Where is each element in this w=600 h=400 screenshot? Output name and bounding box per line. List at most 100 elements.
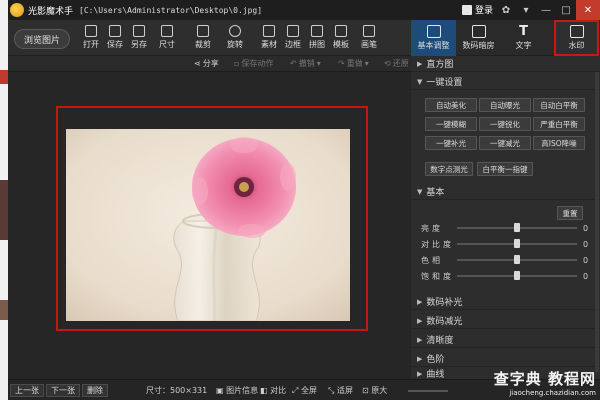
section-fill-light[interactable]: ▶ 数码补光 <box>411 294 600 310</box>
tool-material[interactable]: 素材 <box>256 25 282 53</box>
one-click-fill-light-button[interactable]: 一键补光 <box>425 136 477 150</box>
slider-value: 0 <box>583 255 589 265</box>
undo-button[interactable]: ↶ 撤销 ▾ <box>290 58 321 69</box>
browse-images-button[interactable]: 浏览图片 <box>14 29 70 49</box>
high-iso-denoise-button[interactable]: 高ISO降噪 <box>533 136 585 150</box>
section-levels[interactable]: ▶ 色阶 <box>411 351 600 367</box>
crop-icon <box>197 25 209 37</box>
compare-icon: ◧ <box>260 386 271 395</box>
one-click-reduce-light-button[interactable]: 一键减光 <box>479 136 531 150</box>
section-basic[interactable]: ▼ 基本 <box>411 184 600 200</box>
site-suffix-text: 教程网 <box>547 370 596 388</box>
slider-knob[interactable] <box>514 255 520 264</box>
expand-arrow-icon: ▶ <box>417 335 423 344</box>
tab-label: 文字 <box>515 41 532 50</box>
section-histogram[interactable]: ▶ 直方图 <box>411 56 600 72</box>
tool-paint[interactable]: 画笔 <box>356 25 382 53</box>
tool-size[interactable]: 尺寸 <box>154 25 180 53</box>
slider-track[interactable] <box>457 239 577 248</box>
minimize-icon[interactable]: — <box>536 0 556 20</box>
compare-button[interactable]: ◧ 对比 <box>260 385 286 396</box>
site-watermark: 查字典 教程网 jiaocheng.chazidian.com <box>494 368 596 397</box>
slider-knob[interactable] <box>514 223 520 232</box>
app-name: 光影魔术手 <box>28 6 74 17</box>
restore-button[interactable]: ⟲ 还原 <box>384 58 409 69</box>
tool-collage[interactable]: 拼图 <box>304 25 330 53</box>
tab-basic-adjust[interactable]: 基本调整 <box>411 20 456 56</box>
one-click-sharpen-button[interactable]: 一键锐化 <box>479 117 531 131</box>
save-action-label: 保存动作 <box>241 59 274 68</box>
slider-track[interactable] <box>457 255 577 264</box>
tool-rotate[interactable]: 旋转 <box>222 25 248 53</box>
tool-border[interactable]: 边框 <box>280 25 306 53</box>
auto-white-balance-button[interactable]: 自动白平衡 <box>533 98 585 112</box>
redo-button[interactable]: ↷ 重做 ▾ <box>338 58 369 69</box>
contrast-slider[interactable]: 对比度 0 <box>421 238 591 250</box>
spot-metering-button[interactable]: 数字点测光 <box>425 162 473 176</box>
photo-highlight-frame <box>56 106 368 331</box>
tool-crop[interactable]: 裁剪 <box>190 25 216 53</box>
restore-icon: ⟲ <box>384 59 391 68</box>
slider-label: 色相 <box>421 255 443 265</box>
delete-button[interactable]: 删除 <box>82 384 108 397</box>
one-click-blur-button[interactable]: 一键模糊 <box>425 117 477 131</box>
login-button[interactable]: 登录 <box>462 3 493 16</box>
skin-icon[interactable]: ✿ <box>496 0 516 20</box>
tab-watermark[interactable]: 水印 <box>554 20 599 56</box>
fit-screen-button[interactable]: ⤡ 适屏 <box>328 385 353 396</box>
tool-open[interactable]: 打开 <box>78 25 104 53</box>
tab-darkroom[interactable]: 数码暗房 <box>456 20 501 56</box>
section-label: 基本 <box>426 188 445 198</box>
slider-value: 0 <box>583 239 589 249</box>
section-reduce-light[interactable]: ▶ 数码减光 <box>411 313 600 329</box>
slider-knob[interactable] <box>514 271 520 280</box>
hue-slider[interactable]: 色相 0 <box>421 254 591 266</box>
saturation-slider[interactable]: 饱和度 0 <box>421 270 591 282</box>
zoom-slider[interactable] <box>408 390 448 392</box>
template-icon <box>335 25 347 37</box>
prev-image-button[interactable]: 上一张 <box>10 384 44 397</box>
brightness-slider[interactable]: 亮度 0 <box>421 222 591 234</box>
fit-icon: ⤡ <box>328 386 337 395</box>
original-size-button[interactable]: ⊡ 原大 <box>362 385 387 396</box>
basic-adjust-icon <box>426 25 441 38</box>
section-clarity[interactable]: ▶ 清晰度 <box>411 332 600 348</box>
tool-label: 素材 <box>261 40 277 49</box>
file-path: [C:\Users\Administrator\Desktop\0.jpg] <box>79 5 263 15</box>
tool-save[interactable]: 保存 <box>102 25 128 53</box>
login-label: 登录 <box>475 6 494 16</box>
darkroom-icon <box>471 25 486 38</box>
share-button[interactable]: ⋖ 分享 <box>194 58 219 69</box>
section-label: 色阶 <box>426 355 445 365</box>
maximize-icon[interactable]: □ <box>556 0 576 20</box>
section-one-click[interactable]: ▼ 一键设置 <box>411 74 600 90</box>
tool-label: 拼图 <box>309 40 325 49</box>
tool-template[interactable]: 模板 <box>328 25 354 53</box>
slider-knob[interactable] <box>514 239 520 248</box>
close-icon[interactable]: ✕ <box>576 0 600 20</box>
menu-icon[interactable]: ▾ <box>516 0 536 20</box>
text-icon: T <box>519 24 528 39</box>
next-image-button[interactable]: 下一张 <box>46 384 80 397</box>
slider-track[interactable] <box>457 271 577 280</box>
auto-exposure-button[interactable]: 自动曝光 <box>479 98 531 112</box>
panel-scrollbar[interactable] <box>595 72 599 372</box>
save-icon <box>109 25 121 37</box>
user-icon <box>462 4 472 15</box>
tool-label: 模板 <box>333 40 349 49</box>
auto-beautify-button[interactable]: 自动美化 <box>425 98 477 112</box>
tool-save-as[interactable]: 另存 <box>126 25 152 53</box>
tab-text[interactable]: T 文字 <box>501 20 546 56</box>
strong-white-balance-button[interactable]: 严重白平衡 <box>533 117 585 131</box>
fullscreen-button[interactable]: ⤢ 全屏 <box>292 385 317 396</box>
app-logo-icon <box>10 3 24 17</box>
slider-value: 0 <box>583 271 589 281</box>
image-info-button[interactable]: ▣ 图片信息 <box>216 385 258 396</box>
slider-track[interactable] <box>457 223 577 232</box>
white-balance-picker-button[interactable]: 白平衡一指键 <box>477 162 533 176</box>
site-name-text: 查字典 <box>493 370 542 388</box>
save-action-button[interactable]: ▫ 保存动作 <box>234 58 273 69</box>
image-canvas[interactable] <box>8 72 411 379</box>
reset-button[interactable]: 重置 <box>557 206 583 220</box>
dropdown-icon: ▾ <box>364 59 369 68</box>
